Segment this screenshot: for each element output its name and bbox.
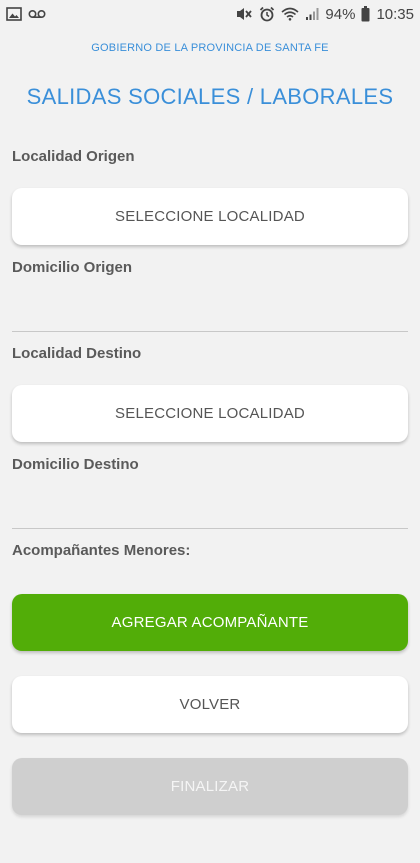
image-icon [6, 7, 22, 21]
domicilio-destino-input[interactable] [12, 492, 408, 529]
localidad-destino-select-button[interactable]: SELECCIONE LOCALIDAD [12, 385, 408, 442]
wifi-icon [281, 7, 299, 21]
battery-icon [361, 6, 370, 22]
back-button[interactable]: VOLVER [12, 676, 408, 733]
localidad-origen-select-button[interactable]: SELECCIONE LOCALIDAD [12, 188, 408, 245]
status-bar-left [6, 7, 46, 21]
signal-icon [305, 7, 319, 21]
domicilio-origen-label: Domicilio Origen [12, 259, 133, 276]
acompanantes-label: Acompañantes Menores: [12, 542, 191, 559]
localidad-origen-label: Localidad Origen [12, 148, 135, 165]
clock: 10:35 [376, 5, 414, 23]
page-title: SALIDAS SOCIALES / LABORALES [26, 84, 394, 109]
domicilio-origen-input[interactable] [12, 295, 408, 332]
add-companion-button[interactable]: AGREGAR ACOMPAÑANTE [12, 594, 408, 651]
finish-button[interactable]: FINALIZAR [12, 758, 408, 815]
voicemail-icon [28, 9, 46, 19]
alarm-icon [259, 6, 275, 22]
localidad-destino-label: Localidad Destino [12, 345, 142, 362]
battery-percent: 94% [325, 5, 356, 23]
status-bar-right: 94% 10:35 [235, 6, 414, 23]
status-bar: 94% 10:35 [0, 0, 420, 28]
domicilio-destino-label: Domicilio Destino [12, 456, 139, 473]
mute-icon [235, 6, 253, 22]
government-title: GOBIERNO DE LA PROVINCIA DE SANTA FE [91, 42, 329, 54]
